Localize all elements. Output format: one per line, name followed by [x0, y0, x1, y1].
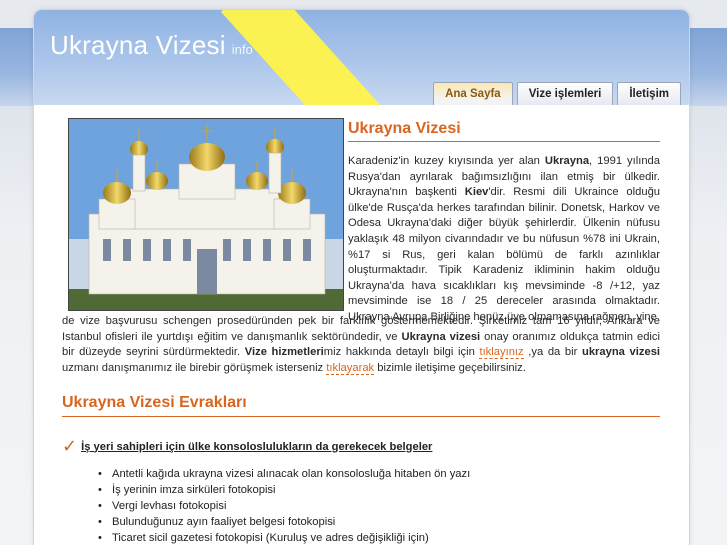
page-frame: Ukrayna Vizesi info Ana Sayfa Vize işleml… — [34, 10, 689, 545]
logo-title: Ukrayna Vizesi — [50, 30, 226, 60]
check-icon: ✓ — [62, 436, 78, 456]
text-run: miz hakkında detaylı bilgi için — [323, 346, 480, 359]
site-header: Ukrayna Vizesi info Ana Sayfa Vize işleml… — [34, 10, 689, 105]
list-item: Ticaret sicil gazetesi fotokopisi (Kurul… — [98, 530, 658, 545]
bold-text: Vize hizmetleri — [244, 346, 324, 359]
tab-ana-sayfa[interactable]: Ana Sayfa — [433, 82, 513, 105]
bold-text: Ukrayna vizesi — [401, 330, 481, 343]
documents-subheading: ✓ İş yeri sahipleri için ülke konsoloslu… — [62, 436, 432, 457]
tab-vize-islemleri[interactable]: Vize işlemleri — [516, 82, 614, 105]
kiev-lavra-photo — [68, 118, 344, 311]
inline-link[interactable]: tıklayarak — [326, 361, 375, 375]
text-run: uzmanı danışmanımız ile birebir görüşmek… — [62, 361, 327, 374]
bold-text: ukrayna vizesi — [582, 346, 661, 359]
text-run: 'dir. Resmi dili Ukraince olduğu ülke'de… — [348, 186, 661, 323]
inline-link[interactable]: tıklayınız — [479, 346, 524, 360]
main-nav: Ana Sayfa Vize işlemleri İletişim — [433, 82, 681, 105]
tab-iletisim[interactable]: İletişim — [617, 82, 681, 105]
text-run: ,ya da bir — [523, 346, 582, 359]
cathedral-illustration — [69, 119, 343, 310]
list-item: Vergi levhası fotokopisi — [98, 498, 658, 514]
text-run: bizimle iletişime geçebilirsiniz. — [374, 361, 526, 374]
site-logo[interactable]: Ukrayna Vizesi info — [50, 30, 253, 61]
intro-paragraph: Karadeniz'in kuzey kıyısında yer alan Uk… — [348, 154, 660, 326]
section-title-evraklar: Ukrayna Vizesi Evrakları — [62, 394, 660, 417]
list-item: İş yerinin imza sirküleri fotokopisi — [98, 482, 658, 498]
page-title: Ukrayna Vizesi — [348, 120, 660, 142]
bold-text: Kiev — [464, 186, 489, 199]
list-item: Bulunduğunuz ayın faaliyet belgesi fotok… — [98, 514, 658, 530]
documents-list: Antetli kağıda ukrayna vizesi alınacak o… — [98, 466, 658, 545]
intro-paragraph-continued: de vize başvurusu schengen prosedüründen… — [62, 314, 660, 376]
documents-subheading-text[interactable]: İş yeri sahipleri için ülke konsoloslulu… — [81, 441, 432, 453]
bold-text: Ukrayna — [544, 155, 590, 167]
list-item: Antetli kağıda ukrayna vizesi alınacak o… — [98, 466, 658, 482]
text-run: Karadeniz'in kuzey kıyısında yer alan — [348, 155, 545, 167]
logo-subtitle: info — [231, 42, 253, 57]
